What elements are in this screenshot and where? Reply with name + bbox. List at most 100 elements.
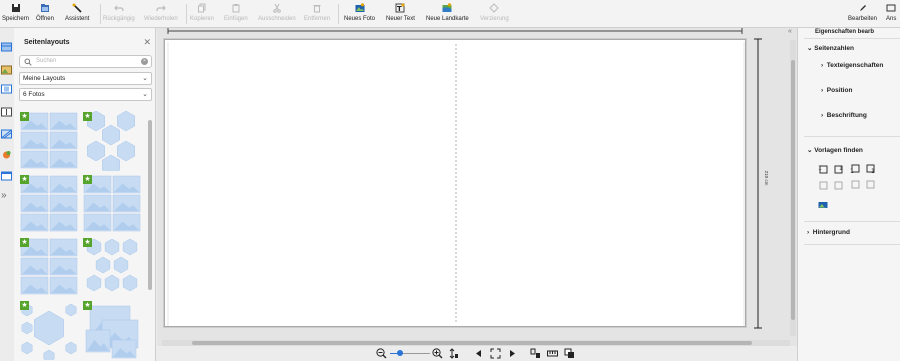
- photo-count-select[interactable]: 6 Fotos ⌄: [19, 88, 152, 101]
- svg-text:1: 1: [839, 165, 843, 172]
- undo-icon: [113, 5, 124, 12]
- svg-text:T: T: [397, 5, 402, 13]
- photo-book-spread[interactable]: [164, 39, 746, 327]
- new-photo-button[interactable]: Neues Foto: [344, 2, 375, 26]
- edit-button[interactable]: Bearbeiten: [848, 2, 877, 26]
- open-label: Öffnen: [36, 16, 54, 22]
- favorite-star-icon: ★: [83, 238, 92, 247]
- photo-template-icon[interactable]: [818, 200, 828, 210]
- remove-label: Entfernen: [304, 16, 331, 22]
- save-icon: [11, 4, 20, 12]
- expand-rail-icon[interactable]: »: [1, 191, 12, 201]
- undo-button[interactable]: Rückgängig: [103, 2, 135, 26]
- divider: [804, 244, 900, 245]
- favorite-star-icon: ★: [20, 301, 29, 310]
- zoom-out-icon[interactable]: [376, 348, 387, 359]
- layout-thumbnail[interactable]: ★: [19, 174, 79, 234]
- redo-label: Wiederholen: [144, 16, 178, 22]
- edit-icon: [859, 5, 866, 11]
- open-button[interactable]: Öffnen: [36, 2, 54, 26]
- next-page-icon[interactable]: [507, 348, 518, 359]
- view-icon: [886, 4, 896, 12]
- section-background[interactable]: › Hintergrund: [807, 229, 850, 236]
- template-left-top-icon[interactable]: 1: [818, 164, 828, 174]
- pages-icon[interactable]: [1, 84, 12, 94]
- chevron-down-icon: ⌄: [142, 91, 148, 98]
- search-icon: [24, 58, 32, 66]
- layout-thumbnail[interactable]: ★: [82, 174, 142, 234]
- calendar-icon[interactable]: [1, 171, 12, 181]
- cut-button[interactable]: Ausschneiden: [258, 2, 296, 26]
- svg-text:1: 1: [850, 168, 854, 174]
- ruler-toggle-icon[interactable]: [547, 348, 558, 359]
- collapse-right-panel-icon[interactable]: «: [788, 28, 792, 35]
- copy-button[interactable]: Kopieren: [190, 2, 214, 26]
- zoom-slider-thumb[interactable]: [397, 350, 403, 356]
- clear-search-icon[interactable]: ×: [141, 58, 148, 65]
- text-box-icon[interactable]: [1, 107, 12, 117]
- template-alt-3-icon[interactable]: [850, 180, 860, 190]
- redo-button[interactable]: Wiederholen: [144, 2, 178, 26]
- horizontal-scroll-thumb[interactable]: [192, 341, 752, 345]
- zoom-in-icon[interactable]: [432, 348, 443, 359]
- section-find-templates[interactable]: ⌄ Vorlagen finden: [807, 146, 863, 154]
- section-text-properties[interactable]: › Texteigenschaften: [821, 62, 883, 69]
- previous-page-icon[interactable]: [473, 348, 484, 359]
- assistant-button[interactable]: Assistent: [65, 2, 89, 26]
- layouts-icon[interactable]: [1, 42, 12, 52]
- page-overview-icon[interactable]: [564, 348, 575, 359]
- section-caption[interactable]: › Beschriftung: [821, 112, 867, 119]
- favorite-star-icon: ★: [83, 175, 92, 184]
- template-alt-2-icon[interactable]: [834, 180, 844, 190]
- paste-label: Einfügen: [224, 16, 248, 22]
- new-text-button[interactable]: T Neuer Text: [386, 2, 415, 26]
- search-input[interactable]: Suchen ×: [19, 55, 152, 68]
- section-position[interactable]: › Position: [821, 87, 852, 94]
- template-right-bottom-icon[interactable]: 1: [866, 164, 876, 174]
- layout-thumbnail[interactable]: ★: [19, 111, 79, 171]
- divider: [804, 38, 900, 39]
- close-icon[interactable]: ✕: [143, 37, 151, 48]
- vertical-scroll-thumb[interactable]: [791, 60, 795, 320]
- photos-icon[interactable]: [1, 65, 12, 75]
- fit-page-icon[interactable]: [490, 348, 501, 359]
- page-numbers-label: Seitenzahlen: [814, 45, 854, 52]
- layout-thumbnail[interactable]: ★: [19, 237, 79, 297]
- page-margins: [167, 42, 745, 326]
- paste-button[interactable]: Einfügen: [224, 2, 248, 26]
- properties-panel: Eigenschaften bearb ⌄ Seitenzahlen › Tex…: [797, 28, 900, 361]
- toolbar-separator: [100, 4, 101, 24]
- favorite-star-icon: ★: [83, 301, 92, 310]
- trash-icon: [313, 5, 321, 13]
- svg-text:1: 1: [818, 165, 822, 172]
- view-button[interactable]: Ans: [886, 2, 896, 26]
- clipart-icon[interactable]: [1, 150, 12, 160]
- remove-button[interactable]: Entfernen: [304, 2, 330, 26]
- new-photo-icon: [355, 3, 365, 12]
- section-page-numbers[interactable]: ⌄ Seitenzahlen: [807, 44, 854, 52]
- panel-scrollbar[interactable]: [148, 120, 152, 290]
- layout-thumbnail[interactable]: ★: [82, 111, 142, 176]
- ornament-button[interactable]: Verzierung: [480, 2, 509, 26]
- divider: [804, 221, 900, 222]
- find-templates-label: Vorlagen finden: [814, 147, 863, 154]
- template-alt-1-icon[interactable]: [818, 180, 828, 190]
- template-right-top-icon[interactable]: 1: [834, 164, 844, 174]
- toolbar-separator: [186, 4, 187, 24]
- save-button[interactable]: Speichern: [2, 2, 29, 26]
- layout-thumbnail[interactable]: ★: [82, 237, 142, 297]
- backgrounds-icon[interactable]: [1, 129, 12, 139]
- template-alt-4-icon[interactable]: [866, 180, 876, 190]
- template-left-bottom-icon[interactable]: 1: [850, 164, 860, 174]
- svg-text:1: 1: [871, 168, 875, 174]
- layout-thumbnail[interactable]: ★: [82, 300, 142, 360]
- swap-pages-icon[interactable]: [530, 348, 541, 359]
- layout-category-select[interactable]: Meine Layouts ⌄: [19, 72, 152, 85]
- vertical-scrollbar[interactable]: [790, 40, 796, 336]
- layout-thumbnail[interactable]: ★: [19, 300, 79, 361]
- assistant-label: Assistent: [65, 16, 90, 22]
- favorite-star-icon: ★: [83, 112, 92, 121]
- new-map-button[interactable]: Neue Landkarte: [426, 2, 469, 26]
- fit-height-icon[interactable]: [448, 348, 459, 359]
- chevron-down-icon: ⌄: [142, 75, 148, 82]
